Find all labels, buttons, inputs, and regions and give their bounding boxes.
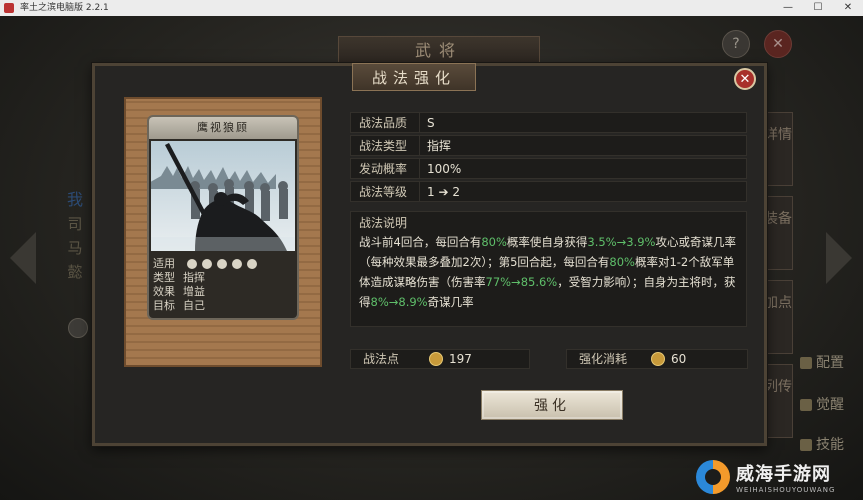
card-meta-row: 效果 增益 — [153, 285, 262, 299]
config-icon — [800, 357, 812, 369]
info-value: 指挥 — [427, 139, 452, 153]
crossed-swords-icon — [216, 259, 227, 269]
right-item-skill[interactable]: 技能 — [800, 434, 844, 454]
description-label: 战法说明 — [359, 216, 408, 230]
info-value: 1 ➔ 2 — [427, 182, 460, 203]
description-highlight: 77%→85.6% — [485, 275, 558, 289]
skill-card-meta: 适用 类型 指挥 效果 增益 目标 自己 — [153, 257, 262, 313]
window-titlebar: 率土之滨电脑版 2.2.1 — ☐ ✕ — [0, 0, 863, 16]
level-from: 1 — [427, 185, 435, 199]
skill-card-name: 鹰视狼顾 — [149, 117, 297, 139]
watermark-subtext: WEIHAISHOUYOUWANG — [736, 486, 836, 494]
right-item-label: 技能 — [816, 437, 844, 453]
right-item-config[interactable]: 配置 — [800, 352, 844, 372]
right-item-awaken[interactable]: 觉醒 — [800, 394, 844, 414]
skill-points-value: 197 — [449, 352, 472, 366]
awaken-icon — [800, 399, 812, 411]
shield-icon — [201, 259, 212, 269]
tab-points[interactable]: 加点 — [763, 280, 793, 354]
info-row-probability: 发动概率 100% — [350, 158, 747, 179]
background-close-icon[interactable]: ✕ — [764, 30, 792, 58]
tab-label: 详情 — [764, 127, 792, 143]
dialog-title: 战法强化 — [352, 63, 476, 91]
help-icon[interactable]: ? — [722, 30, 750, 58]
right-item-label: 配置 — [816, 355, 844, 371]
tab-biography[interactable]: 列传 — [763, 364, 793, 438]
prev-arrow-icon[interactable] — [10, 232, 36, 284]
enhance-cost: 强化消耗 60 — [566, 349, 748, 369]
skill-points: 战法点 197 — [350, 349, 530, 369]
horse-icon — [186, 259, 197, 269]
app-icon — [4, 3, 14, 13]
sound-icon[interactable] — [68, 318, 88, 338]
description-highlight: 3.5%→3.9% — [587, 235, 656, 249]
info-value: 100% — [427, 162, 462, 176]
watermark-text: 威海手游网 — [736, 464, 831, 485]
spear-icon — [231, 259, 242, 269]
right-item-label: 觉醒 — [816, 397, 844, 413]
card-meta-key: 目标 — [153, 299, 175, 312]
watermark: 威海手游网 WEIHAISHOUYOUWANG — [696, 456, 863, 500]
card-meta-key: 适用 — [153, 257, 175, 270]
skill-description[interactable]: 战法说明 战斗前4回合，每回合有80%概率使自身获得3.5%→3.9%攻心或奇谋… — [350, 211, 747, 327]
general-name-vertical: 我 司 马 懿 — [58, 188, 92, 284]
description-highlight: 8%→8.9% — [370, 295, 428, 309]
general-name-char: 懿 — [67, 263, 83, 281]
card-meta-row: 适用 — [153, 257, 262, 271]
card-meta-value: 增益 — [183, 285, 205, 298]
window-title: 率土之滨电脑版 2.2.1 — [20, 3, 109, 13]
general-name-char: 马 — [67, 239, 83, 257]
info-row-type: 战法类型 指挥 — [350, 135, 747, 156]
tab-details[interactable]: 详情 — [763, 112, 793, 186]
skill-card: 鹰视狼顾 适用 类型 指挥 效果 增益 目标 自己 — [147, 115, 299, 320]
card-meta-value: 自己 — [183, 299, 205, 312]
dialog-close-button[interactable]: ✕ — [734, 68, 756, 90]
skill-point-icon — [429, 352, 443, 366]
skill-card-art — [151, 141, 295, 251]
info-row-quality: 战法品质 S — [350, 112, 747, 133]
skill-points-label: 战法点 — [363, 352, 400, 366]
description-segment: 概率使自身获得 — [506, 235, 588, 249]
card-meta-key: 类型 — [153, 271, 175, 284]
description-segment: 奇谋几率 — [427, 295, 474, 309]
next-arrow-icon[interactable] — [826, 232, 852, 284]
info-row-level: 战法等级 1 ➔ 2 — [350, 181, 747, 202]
enhance-cost-label: 强化消耗 — [579, 352, 628, 366]
general-name-char: 我 — [66, 190, 83, 209]
tab-label: 装备 — [764, 211, 792, 227]
info-label: 发动概率 — [359, 162, 408, 176]
info-label: 战法品质 — [359, 116, 408, 130]
info-label: 战法类型 — [359, 139, 408, 153]
tab-label: 加点 — [764, 295, 792, 311]
tab-equipment[interactable]: 装备 — [763, 196, 793, 270]
background-title: 武将 — [338, 36, 540, 66]
description-highlight: 80% — [481, 235, 507, 249]
enhance-button[interactable]: 强化 — [481, 390, 623, 420]
enhance-cost-value: 60 — [671, 352, 687, 366]
general-name-char: 司 — [67, 215, 83, 233]
description-segment: 战斗前4回合，每回合有 — [359, 235, 482, 249]
minimize-icon[interactable]: — — [773, 0, 803, 16]
level-to: 2 — [452, 185, 460, 199]
card-meta-key: 效果 — [153, 285, 175, 298]
card-meta-value: 指挥 — [183, 271, 205, 284]
description-text: 战斗前4回合，每回合有80%概率使自身获得3.5%→3.9%攻心或奇谋几率（每种… — [359, 232, 738, 312]
arrow-right-icon: ➔ — [438, 185, 449, 199]
applicable-icons — [186, 257, 262, 271]
card-meta-row: 类型 指挥 — [153, 271, 262, 285]
maximize-icon[interactable]: ☐ — [803, 0, 833, 16]
skill-icon — [800, 439, 812, 451]
tab-label: 列传 — [764, 379, 792, 395]
watermark-logo-icon — [696, 460, 730, 494]
info-label: 战法等级 — [359, 185, 408, 199]
description-highlight: 80% — [609, 255, 635, 269]
card-meta-row: 目标 自己 — [153, 299, 262, 313]
info-value: S — [427, 116, 435, 130]
window-close-icon[interactable]: ✕ — [833, 0, 863, 16]
crossbow-icon — [246, 259, 257, 269]
skill-point-icon — [651, 352, 665, 366]
